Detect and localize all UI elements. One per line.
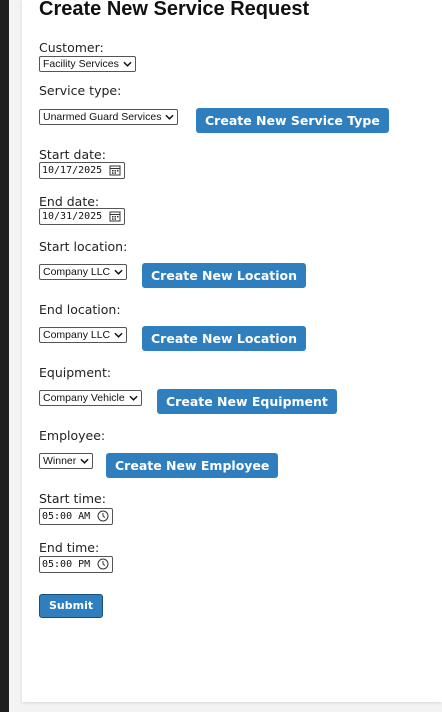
start-location-label: Start location: (39, 239, 128, 254)
customer-select-value: Facility Services (43, 58, 119, 70)
create-start-location-button[interactable]: Create New Location (142, 263, 307, 288)
employee-select-value: Winner (43, 455, 77, 467)
start-date-value: 10/17/2025 (42, 165, 103, 176)
clock-icon[interactable] (97, 558, 109, 570)
create-employee-button[interactable]: Create New Employee (106, 453, 279, 478)
clock-icon[interactable] (97, 510, 109, 522)
end-time-input[interactable]: 05:00 PM (39, 556, 114, 573)
calendar-icon[interactable] (109, 164, 121, 176)
service-type-select-value: Unarmed Guard Services (43, 111, 162, 123)
chevron-down-icon (80, 458, 89, 464)
end-date-input[interactable]: 10/31/2025 (39, 208, 126, 225)
chevron-down-icon (114, 269, 123, 275)
customer-label: Customer: (39, 40, 104, 55)
calendar-icon[interactable] (109, 210, 121, 222)
end-date-value: 10/31/2025 (42, 211, 103, 222)
end-date-label: End date: (39, 194, 100, 209)
chevron-down-icon (123, 61, 132, 67)
page-title: Create New Service Request (39, 0, 310, 20)
equipment-label: Equipment: (39, 365, 112, 380)
page-background: Create New Service Request Customer: Fac… (9, 0, 442, 712)
end-time-label: End time: (39, 540, 100, 555)
employee-select[interactable]: Winner (39, 453, 94, 469)
chevron-down-icon (129, 395, 138, 401)
service-type-label: Service type: (39, 83, 122, 98)
chevron-down-icon (165, 114, 175, 120)
end-location-select[interactable]: Company LLC (39, 327, 128, 343)
start-time-input[interactable]: 05:00 AM (39, 508, 114, 525)
end-location-select-value: Company LLC (43, 329, 111, 341)
end-location-label: End location: (39, 302, 121, 317)
start-date-label: Start date: (39, 147, 106, 162)
start-date-input[interactable]: 10/17/2025 (39, 162, 126, 179)
start-location-select[interactable]: Company LLC (39, 264, 128, 280)
customer-select[interactable]: Facility Services (39, 56, 136, 72)
form-card: Create New Service Request Customer: Fac… (22, 0, 442, 702)
start-location-select-value: Company LLC (43, 266, 111, 278)
service-type-select[interactable]: Unarmed Guard Services (39, 109, 179, 125)
start-time-value: 05:00 AM (42, 511, 91, 522)
equipment-select-value: Company Vehicle (43, 392, 125, 404)
create-equipment-button[interactable]: Create New Equipment (157, 389, 337, 414)
chevron-down-icon (114, 332, 123, 338)
equipment-select[interactable]: Company Vehicle (39, 390, 142, 406)
employee-label: Employee: (39, 428, 106, 443)
create-service-type-button[interactable]: Create New Service Type (196, 108, 389, 133)
create-end-location-button[interactable]: Create New Location (142, 326, 307, 351)
submit-button[interactable]: Submit (39, 594, 104, 618)
end-time-value: 05:00 PM (42, 559, 91, 570)
start-time-label: Start time: (39, 491, 106, 506)
